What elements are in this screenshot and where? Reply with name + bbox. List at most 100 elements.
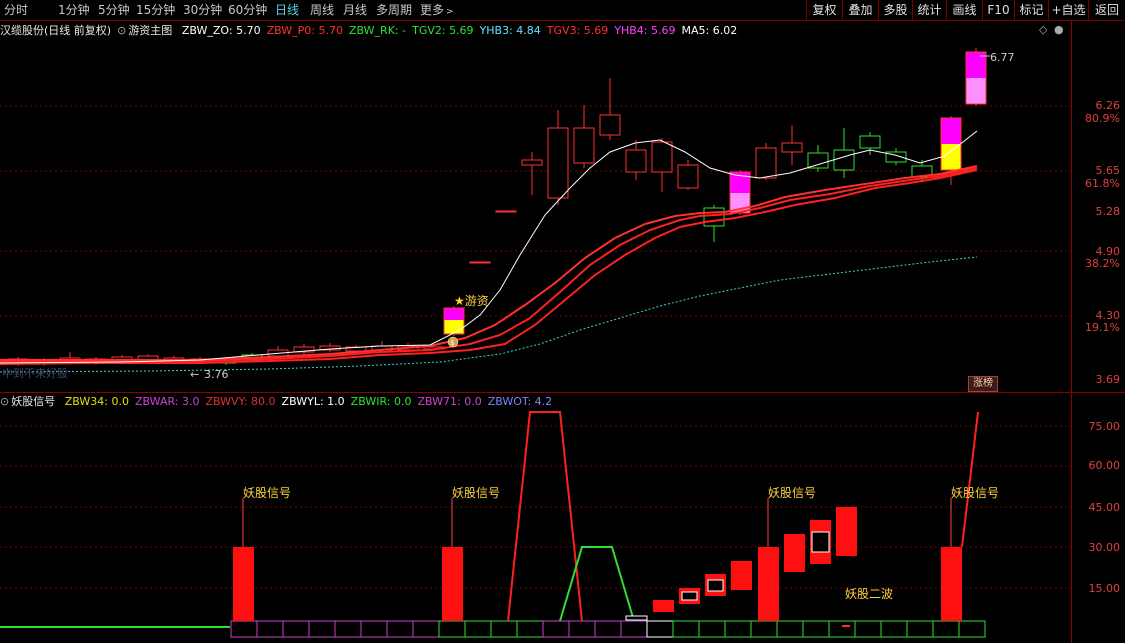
status-cell [542, 620, 570, 638]
signal-bars [233, 547, 962, 621]
candle [833, 149, 855, 171]
tab-5min[interactable]: 5分钟 [98, 0, 130, 20]
candle [755, 147, 777, 179]
high-price-label: 6.77 [990, 51, 1015, 64]
sub-legend-item: ZBWYL: 1.0 [281, 395, 345, 408]
watermark-text: 中到不来好股 [2, 366, 68, 380]
status-cell [698, 620, 726, 638]
yaogu-signal-chart[interactable]: 妖股信号 妖股信号 妖股信号 妖股信号 妖股二波 [0, 410, 1071, 643]
tab-15min[interactable]: 15分钟 [136, 0, 175, 20]
rising-boxes [625, 507, 857, 627]
cyan-dotted-line [0, 256, 978, 373]
price-axis-label: 3.69 [1095, 373, 1121, 386]
mark-button[interactable]: 标记 [1014, 0, 1048, 20]
candle [781, 142, 803, 153]
main-legend-items: ZBW_ZO: 5.70 ZBW_P0: 5.70 ZBW_RK: - TGV2: 5… [182, 24, 743, 37]
signal-bar [758, 547, 779, 621]
overlay-button[interactable]: 叠加 [842, 0, 878, 20]
tab-more[interactable]: 更多 > [420, 0, 454, 20]
sub-axis-label: 60.00 [1088, 459, 1121, 472]
tab-daily[interactable]: 日线 [275, 0, 299, 20]
tab-monthly[interactable]: 月线 [343, 0, 367, 20]
main-legend-item: TGV2: 5.69 [412, 24, 474, 37]
tab-30min[interactable]: 30分钟 [183, 0, 222, 20]
signal-label: 妖股信号 [768, 486, 816, 500]
red-ma-line-1 [0, 167, 978, 363]
red-spike-line [507, 411, 583, 622]
wave-box [836, 507, 857, 556]
fuquan-button[interactable]: 复权 [806, 0, 842, 20]
signal-bar [941, 547, 962, 621]
status-cell [282, 620, 310, 638]
back-button[interactable]: 返回 [1088, 0, 1125, 20]
tab-1min[interactable]: 1分钟 [58, 0, 90, 20]
sub-axis-label: 30.00 [1088, 541, 1121, 554]
tab-60min[interactable]: 60分钟 [228, 0, 267, 20]
tab-weekly[interactable]: 周线 [310, 0, 334, 20]
sub-axis-label: 75.00 [1088, 420, 1121, 433]
svg-text:$: $ [450, 339, 454, 347]
price-axis-label: 5.28 [1095, 205, 1121, 218]
main-legend-item: MA5: 6.02 [681, 24, 738, 37]
multi-stock-button[interactable]: 多股 [878, 0, 912, 20]
wave-box [731, 561, 752, 590]
candle [599, 114, 621, 136]
candlestick-chart[interactable]: ← 3.76 6.77 ★游资 $ 中到不来好股 [0, 40, 1071, 392]
axis-separator [1071, 21, 1072, 643]
statistics-button[interactable]: 统计 [912, 0, 946, 20]
status-cell [438, 620, 466, 638]
main-legend-item: ZBW_RK: - [348, 24, 407, 37]
main-legend-item: ZBW_P0: 5.70 [266, 24, 343, 37]
status-cell [256, 620, 284, 638]
sub-axis-label: 45.00 [1088, 501, 1121, 514]
wave-box [653, 600, 674, 612]
sub-indicator-name[interactable]: 妖股信号 [11, 395, 55, 408]
candle [495, 210, 517, 213]
rank-badge[interactable]: 涨榜 [968, 376, 998, 392]
status-cell [854, 620, 882, 638]
draw-line-button[interactable]: 画线 [946, 0, 982, 20]
status-cell [230, 620, 258, 638]
price-axis-label: 6.26 [1095, 99, 1121, 112]
indicator-name[interactable]: 游资主图 [128, 24, 172, 37]
second-wave-label: 妖股二波 [845, 587, 893, 601]
pct-axis-label: 61.8% [1085, 177, 1120, 190]
sub-legend-item: ZBWOT: 4.2 [487, 395, 553, 408]
tab-multi-period[interactable]: 多周期 [376, 0, 412, 20]
sub-legend-item: ZBWIR: 0.0 [350, 395, 412, 408]
money-bag-icon: $ [447, 336, 459, 348]
wave-box [784, 534, 805, 572]
bullet-icon[interactable]: ● [1054, 23, 1064, 36]
candle [807, 152, 829, 169]
status-cell [360, 620, 388, 638]
status-cell [412, 620, 440, 638]
signal-label: 妖股信号 [951, 486, 999, 500]
signal-bar [442, 547, 463, 621]
signal-label: 妖股信号 [243, 486, 291, 500]
status-cell [802, 620, 830, 638]
red-rising-line [961, 411, 979, 548]
f10-button[interactable]: F10 [982, 0, 1014, 20]
signal-candle-top [941, 118, 961, 144]
red-ma-line-2 [0, 169, 978, 365]
chevron-right-icon: > [446, 7, 454, 17]
status-cell [932, 620, 960, 638]
sub-legend-item: ZBW71: 0.0 [417, 395, 482, 408]
candle [573, 127, 595, 164]
diamond-icon[interactable]: ◇ [1039, 23, 1047, 36]
status-cell [464, 620, 492, 638]
tab-more-label: 更多 [420, 3, 445, 17]
candle [625, 149, 647, 173]
add-watchlist-button[interactable]: +自选 [1048, 0, 1088, 20]
low-arrow-icon: ← [190, 368, 199, 381]
candle [469, 261, 491, 264]
candle [521, 159, 543, 166]
tab-fenshi[interactable]: 分时 [4, 0, 28, 20]
signal-candle-bottom [444, 320, 464, 334]
indicator-settings-icon[interactable]: ⊙ [0, 395, 9, 408]
signal-candle-bottom [966, 78, 986, 104]
youzi-star-label: ★游资 [454, 294, 489, 308]
sub-legend-item: ZBWVY: 80.0 [205, 395, 276, 408]
indicator-settings-icon[interactable]: ⊙ [117, 24, 126, 37]
status-cell [750, 620, 778, 638]
